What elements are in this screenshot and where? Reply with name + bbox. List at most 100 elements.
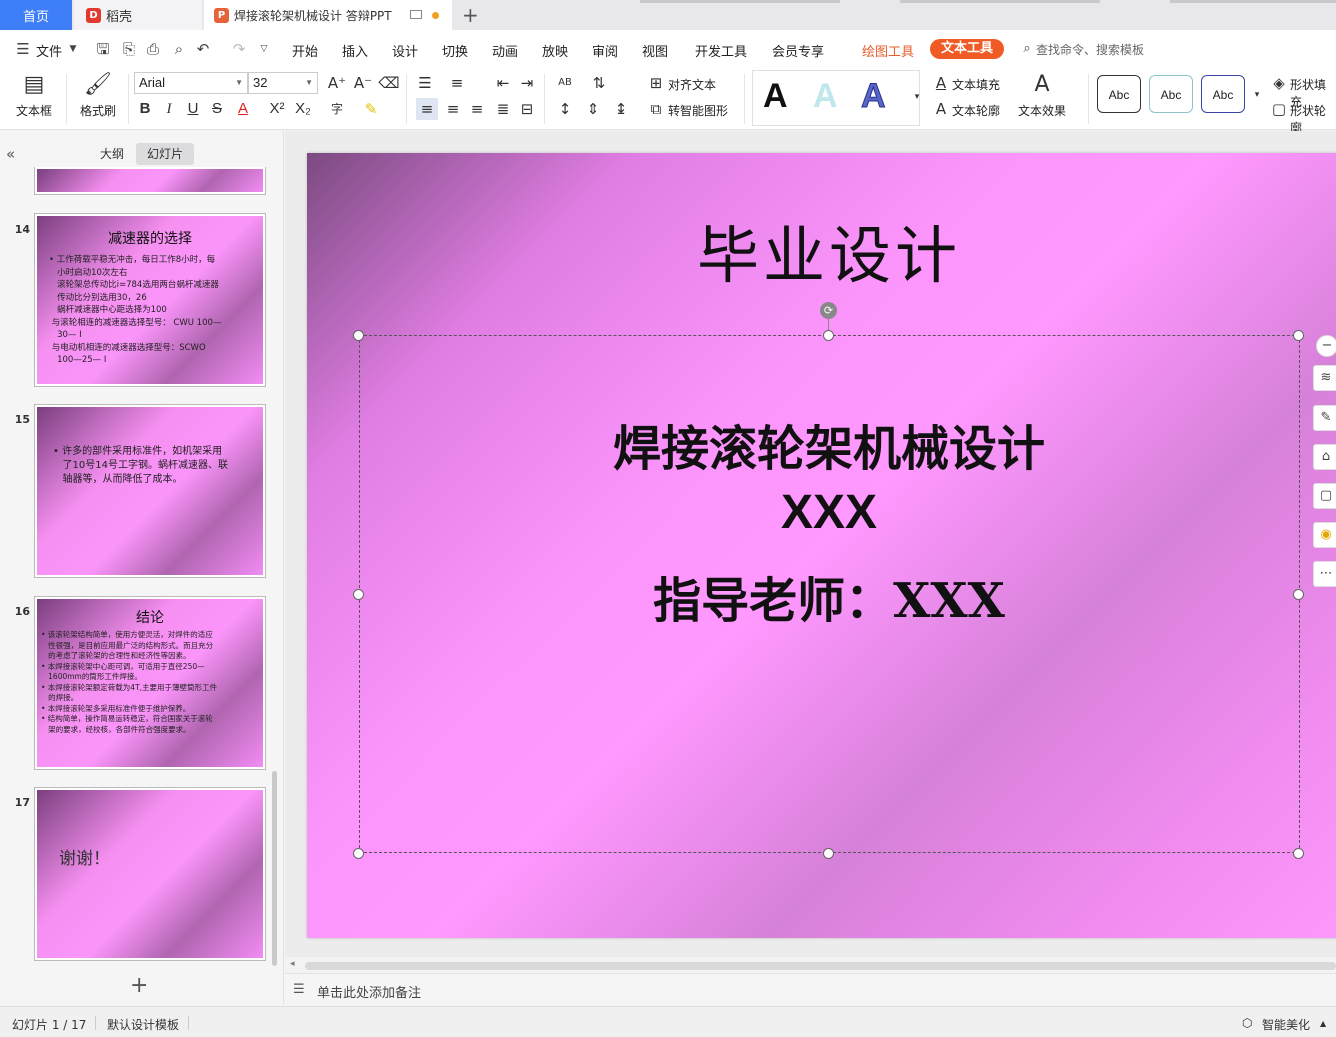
text-style-gallery[interactable]: A A A	[752, 70, 920, 126]
add-slide-plus-icon[interactable]: +	[130, 973, 148, 998]
quick-access-dropdown-icon[interactable]: ▽	[255, 40, 273, 58]
print-icon[interactable]: ⎙	[144, 40, 162, 58]
italic-icon[interactable]: I	[158, 98, 180, 120]
menu-slideshow[interactable]: 放映	[542, 41, 568, 60]
menu-animation[interactable]: 动画	[492, 41, 518, 60]
horizontal-scrollbar[interactable]	[305, 962, 1336, 970]
eraser-icon[interactable]: ⌂	[1313, 444, 1336, 470]
align-text-button[interactable]: 对齐文本	[668, 76, 716, 93]
text-fill-icon[interactable]: A	[930, 72, 952, 94]
frame-icon[interactable]: ▢	[1313, 483, 1336, 509]
font-color-icon[interactable]: A	[232, 98, 254, 120]
tab-document[interactable]: P 焊接滚轮架机械设计 答辩PPT	[204, 0, 452, 30]
export-icon[interactable]: ⎘	[120, 40, 138, 58]
paragraph-spacing-icon[interactable]: ⇕	[582, 98, 604, 120]
collapse-toolbar-icon[interactable]: −	[1316, 335, 1336, 357]
menu-member[interactable]: 会员专享	[772, 41, 824, 60]
superscript-icon[interactable]: X²	[266, 98, 288, 120]
layers-icon[interactable]: ≋	[1313, 365, 1336, 391]
text-direction-icon[interactable]: AB	[554, 72, 576, 94]
tab-outline[interactable]: 大纲	[92, 143, 132, 165]
shape-style-1[interactable]: Abc	[1097, 75, 1141, 113]
align-center-icon[interactable]: ≡	[442, 98, 464, 120]
textbox-button[interactable]: ▤ 文本框	[8, 72, 60, 119]
slide-thumbnail-16[interactable]: 结论 • 该滚轮架结构简单，使用方便灵活，对焊件的适应 性很强，是目前应用最广泛…	[34, 596, 266, 770]
spacing-options-icon[interactable]: ↨	[610, 98, 632, 120]
smart-beautify-button[interactable]: 智能美化	[1262, 1016, 1310, 1033]
panel-scrollbar[interactable]	[272, 771, 277, 966]
text-fill-button[interactable]: 文本填充	[952, 76, 1000, 93]
text-outline-icon[interactable]: A	[930, 98, 952, 120]
style-light-blue[interactable]: A	[813, 77, 838, 116]
justify-icon[interactable]: ≣	[492, 98, 514, 120]
current-slide[interactable]: 毕业设计 焊接滚轮架机械设计 XXX 指导老师：XXX ⟳	[307, 153, 1336, 938]
search-icon[interactable]: ⌕	[1018, 40, 1036, 58]
distribute-icon[interactable]: ⊟	[516, 98, 538, 120]
smart-shape-icon[interactable]: ⧉	[645, 98, 667, 120]
increase-font-icon[interactable]: A⁺	[326, 72, 348, 94]
slide-thumbnail-17[interactable]: 谢谢！	[34, 787, 266, 961]
strikethrough-icon[interactable]: S	[206, 98, 228, 120]
shape-gallery-expand-icon[interactable]: ▾	[1246, 84, 1268, 106]
text-outline-button[interactable]: 文本轮廓	[952, 102, 1000, 119]
print-preview-icon[interactable]: ⌕	[170, 40, 188, 58]
rotate-handle-icon[interactable]: ⟳	[820, 302, 837, 319]
resize-handle-top-left[interactable]	[353, 330, 364, 341]
shape-fill-icon[interactable]: ◈	[1268, 72, 1290, 94]
command-search[interactable]: 查找命令、搜索模板	[1036, 41, 1144, 58]
slide-thumbnail-partial[interactable]	[34, 167, 266, 195]
tab-home[interactable]: 首页	[0, 0, 72, 30]
phonetic-guide-icon[interactable]: 字	[326, 98, 348, 120]
decrease-indent-icon[interactable]: ⇤	[492, 72, 514, 94]
resize-handle-left[interactable]	[353, 589, 364, 600]
align-right-icon[interactable]: ≡	[466, 98, 488, 120]
screen-icon[interactable]	[410, 10, 422, 19]
gallery-expand-icon[interactable]: ▾	[906, 86, 928, 108]
redo-icon[interactable]: ↷	[230, 40, 248, 58]
style-outlined-blue[interactable]: A	[861, 77, 887, 116]
increase-indent-icon[interactable]: ⇥	[516, 72, 538, 94]
tab-slides[interactable]: 幻灯片	[136, 143, 194, 165]
highlight-icon[interactable]: ✎	[360, 98, 382, 120]
shape-outline-icon[interactable]: ▢	[1268, 98, 1290, 120]
align-left-icon[interactable]: ≡	[416, 98, 438, 120]
decrease-font-icon[interactable]: A⁻	[352, 72, 374, 94]
undo-icon[interactable]: ↶	[194, 40, 212, 58]
resize-handle-top-right[interactable]	[1293, 330, 1304, 341]
resize-handle-bottom[interactable]	[823, 848, 834, 859]
resize-handle-bottom-left[interactable]	[353, 848, 364, 859]
menu-transition[interactable]: 切换	[442, 41, 468, 60]
resize-handle-top[interactable]	[823, 330, 834, 341]
shape-style-2[interactable]: Abc	[1149, 75, 1193, 113]
notes-placeholder[interactable]: 单击此处添加备注	[317, 982, 421, 1001]
bold-icon[interactable]: B	[134, 98, 156, 120]
bullet-list-icon[interactable]: ☰	[414, 72, 436, 94]
line-spacing-icon[interactable]: ↕	[554, 98, 576, 120]
font-size-select[interactable]: 32 ▼	[248, 72, 318, 94]
menu-drawing-tools[interactable]: 绘图工具	[862, 41, 914, 60]
slide-title[interactable]: 毕业设计	[307, 205, 1336, 295]
menu-start[interactable]: 开始	[292, 41, 318, 60]
more-icon[interactable]: ⋯	[1313, 561, 1336, 587]
slide-thumbnail-14[interactable]: 减速器的选择 • 工作荷载平稳无冲击，每日工作8小时，每 小时启动10次左右 滚…	[34, 213, 266, 387]
tab-daoke[interactable]: D 稻壳	[74, 0, 202, 30]
template-name[interactable]: 默认设计模板	[107, 1016, 179, 1033]
shape-style-3[interactable]: Abc	[1201, 75, 1245, 113]
smart-shape-button[interactable]: 转智能图形	[668, 102, 728, 119]
menu-developer[interactable]: 开发工具	[695, 41, 747, 60]
format-painter-button[interactable]: 🖌 格式刷	[72, 72, 124, 119]
slide-thumbnail-15[interactable]: • 许多的部件采用标准件，如机架采用 了10号14号工字钢。蜗杆减速器、联 轴器…	[34, 404, 266, 578]
underline-icon[interactable]: U	[182, 98, 204, 120]
notes-pane[interactable]: ☰ 单击此处添加备注	[285, 973, 1336, 1005]
new-tab-plus-icon[interactable]: +	[462, 3, 479, 27]
menu-review[interactable]: 审阅	[592, 41, 618, 60]
menu-text-tools[interactable]: 文本工具	[930, 39, 1004, 59]
subscript-icon[interactable]: X₂	[292, 98, 314, 120]
menu-design[interactable]: 设计	[392, 41, 418, 60]
resize-handle-bottom-right[interactable]	[1293, 848, 1304, 859]
resize-handle-right[interactable]	[1293, 589, 1304, 600]
scroll-left-icon[interactable]: ◂	[290, 959, 295, 969]
font-name-select[interactable]: Arial ▼	[134, 72, 248, 94]
text-effect-button[interactable]: A 文本效果	[1016, 72, 1068, 119]
style-black[interactable]: A	[763, 77, 788, 116]
